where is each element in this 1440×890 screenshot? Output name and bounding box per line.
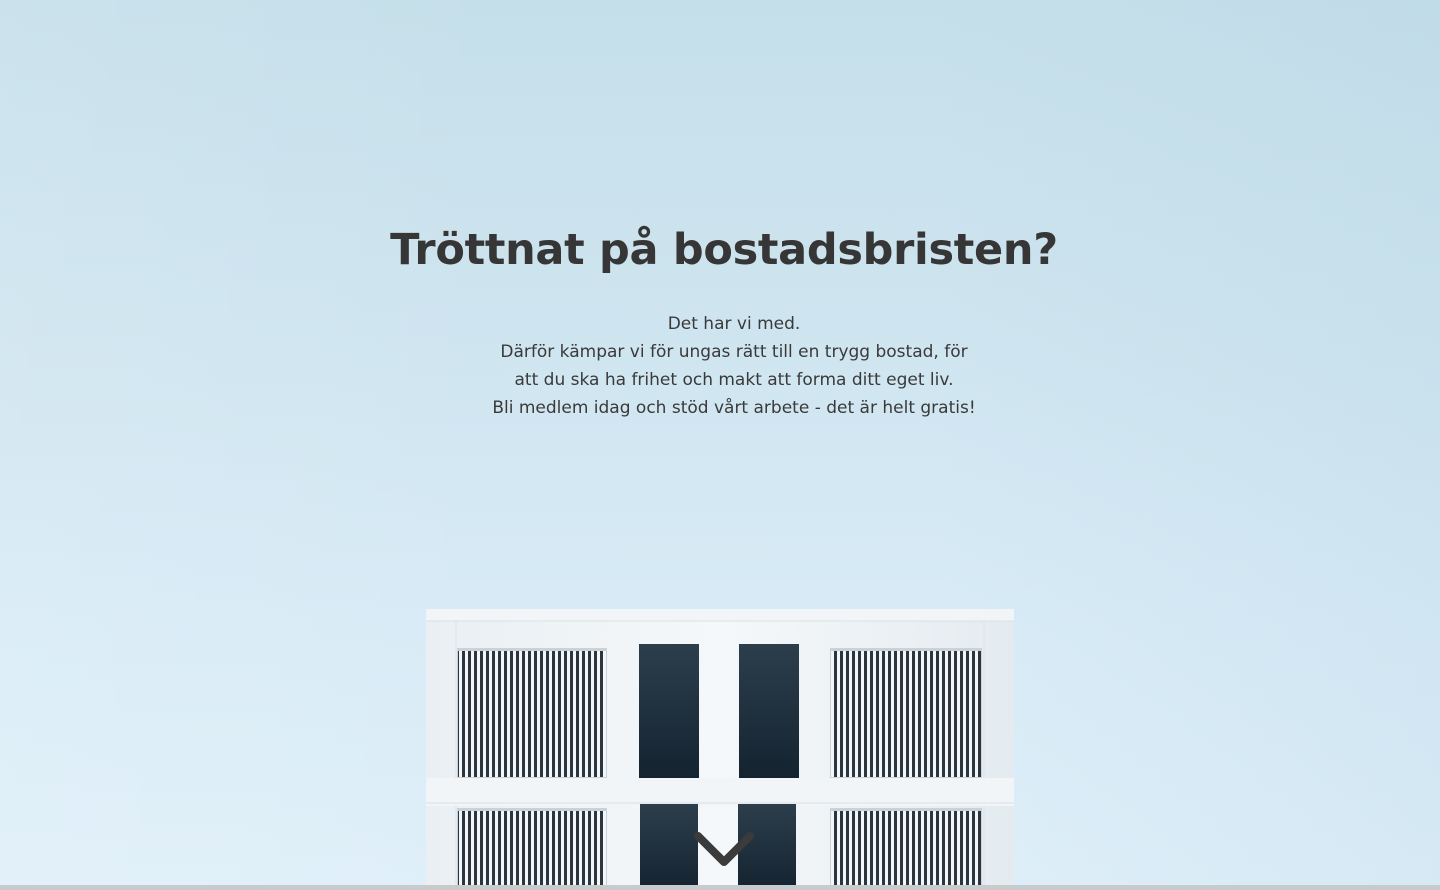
- hero-description-line: Därför kämpar vi för ungas rätt till en …: [500, 342, 968, 362]
- hero-description-line: Det har vi med.: [667, 314, 801, 334]
- chevron-down-icon[interactable]: [690, 826, 758, 874]
- hero-section: Tröttnat på bostadsbristen? Det har vi m…: [0, 0, 1440, 886]
- hero-description-line: Bli medlem idag och stöd vårt arbete - d…: [492, 398, 976, 418]
- hero-headline: Tröttnat på bostadsbristen?: [390, 225, 1058, 275]
- hero-description: Det har vi med. Därför kämpar vi för ung…: [0, 310, 1440, 422]
- page-bottom-divider: [0, 885, 1440, 890]
- hero-description-line: att du ska ha frihet och makt att forma …: [514, 370, 954, 390]
